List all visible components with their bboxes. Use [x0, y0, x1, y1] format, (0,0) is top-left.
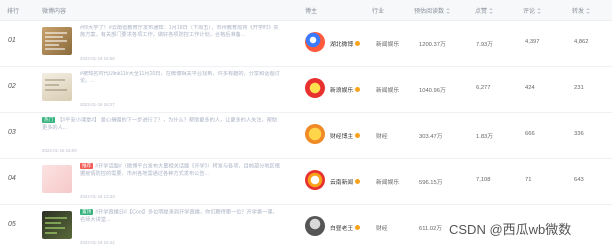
col-industry: 行业 [372, 9, 385, 15]
blogger-name[interactable]: 湖北微博 [330, 39, 361, 48]
avatar[interactable] [305, 32, 325, 52]
rank-number: 01 [8, 37, 16, 44]
post-time: 2022-01-18 16:58 [80, 56, 115, 61]
comments: 666 [525, 131, 535, 137]
tag-badge: 推荐 [80, 163, 94, 169]
col-comments[interactable]: 评论 [523, 6, 542, 15]
blogger-name[interactable]: 白昼老王 [330, 223, 361, 232]
rank-number: 04 [8, 175, 16, 182]
rank-number: 03 [8, 129, 16, 136]
shares: 7.93万 [476, 42, 494, 48]
reads: 303.47万 [419, 134, 443, 140]
tag-badge: 热门 [42, 117, 56, 123]
table-row[interactable]: 04 推荐 #开学话题#（微博平台发布大量相关话题《开学》）转发与各项，目前部分地… [0, 159, 612, 205]
verified-icon [355, 87, 361, 92]
post-time: 2022-01-16 16:09 [42, 148, 77, 153]
reads: 1040.96万 [419, 88, 446, 94]
industry: 新闻娱乐 [376, 42, 400, 48]
industry: 新闻娱乐 [376, 180, 400, 186]
verified-icon [355, 225, 361, 230]
post-time: 2022-01-16 13:33 [80, 194, 115, 199]
col-rank: 排行 [7, 9, 20, 15]
rank-number: 02 [8, 83, 16, 90]
likes: 643 [574, 177, 584, 183]
industry: 财经 [376, 134, 388, 140]
avatar[interactable] [305, 170, 325, 190]
post-text[interactable]: #被知名时代Ulink11#大全11月20日，在微博相关平台找到，许多有趣的，分… [80, 71, 280, 85]
verified-icon [355, 41, 361, 46]
reads: 1200.37万 [419, 42, 446, 48]
post-text[interactable]: 置顶 #开学直播日#【Cool】多位明星来到开学直播，你们期待哪一位？开学第一课，… [80, 209, 280, 224]
blogger-name[interactable]: 财经博主 [330, 131, 361, 140]
post-thumbnail[interactable] [42, 165, 72, 193]
shares: 6,277 [476, 85, 491, 91]
post-thumbnail[interactable] [42, 27, 72, 55]
col-blogger: 博主 [305, 9, 318, 15]
table-header: 排行 微博内容 博主 行业 预估阅读数 点赞 评论 转发 [0, 0, 612, 21]
reads: 596.15万 [419, 180, 443, 186]
col-shares[interactable]: 点赞 [475, 6, 494, 15]
avatar[interactable] [305, 124, 325, 144]
col-reads[interactable]: 预估阅读数 [414, 6, 451, 15]
reads: 611.02万 [419, 226, 443, 232]
comments: 424 [525, 85, 535, 91]
blogger-name[interactable]: 新浪娱乐 [330, 85, 361, 94]
verified-icon [355, 133, 361, 138]
likes: 336 [574, 131, 584, 137]
post-text[interactable]: #你大学了！#云南省教育厅发布通知：1月18日（下周五），市州教育局将《开学时》… [80, 25, 280, 39]
comments: 71 [525, 177, 532, 183]
industry: 新闻娱乐 [376, 88, 400, 94]
comments: 4,397 [525, 39, 540, 45]
likes: 231 [574, 85, 584, 91]
post-time: 2022-01-18 15:42 [80, 240, 115, 245]
sort-icon[interactable] [586, 8, 591, 14]
tag-badge: 置顶 [80, 209, 94, 215]
watermark: CSDN @西瓜wb微数 [449, 222, 572, 237]
post-thumbnail[interactable] [42, 73, 72, 101]
blogger-name[interactable]: 云南新闻 [330, 177, 361, 186]
shares: 7,108 [476, 177, 491, 183]
sort-icon[interactable] [489, 8, 494, 14]
industry: 财经 [376, 226, 388, 232]
post-time: 2022-01-16 16:27 [80, 102, 115, 107]
verified-icon [355, 179, 361, 184]
col-post: 微博内容 [42, 9, 67, 15]
post-text[interactable]: 推荐 #开学话题#（微博平台发布大量相关话题《开学》）转发与各项，目前部分地区根据… [80, 163, 280, 178]
sort-icon[interactable] [537, 8, 542, 14]
post-thumbnail[interactable] [42, 211, 72, 239]
post-text[interactable]: 热门 【#平安小课堂#】 爱心捐赠的下一步进行了？，为什么？帮助更多的人，让更多的… [42, 117, 282, 132]
avatar[interactable] [305, 216, 325, 236]
sort-icon[interactable] [446, 8, 451, 14]
shares: 1.83万 [476, 134, 494, 140]
col-likes[interactable]: 转发 [572, 6, 591, 15]
table-row[interactable]: 03 热门 【#平安小课堂#】 爱心捐赠的下一步进行了？，为什么？帮助更多的人，让… [0, 113, 612, 159]
table-row[interactable]: 02 #被知名时代Ulink11#大全11月20日，在微博相关平台找到，许多有趣… [0, 67, 612, 113]
avatar[interactable] [305, 78, 325, 98]
rank-number: 05 [8, 221, 16, 228]
likes: 4,862 [574, 39, 589, 45]
table-row[interactable]: 01 #你大学了！#云南省教育厅发布通知：1月18日（下周五），市州教育局将《开… [0, 21, 612, 67]
